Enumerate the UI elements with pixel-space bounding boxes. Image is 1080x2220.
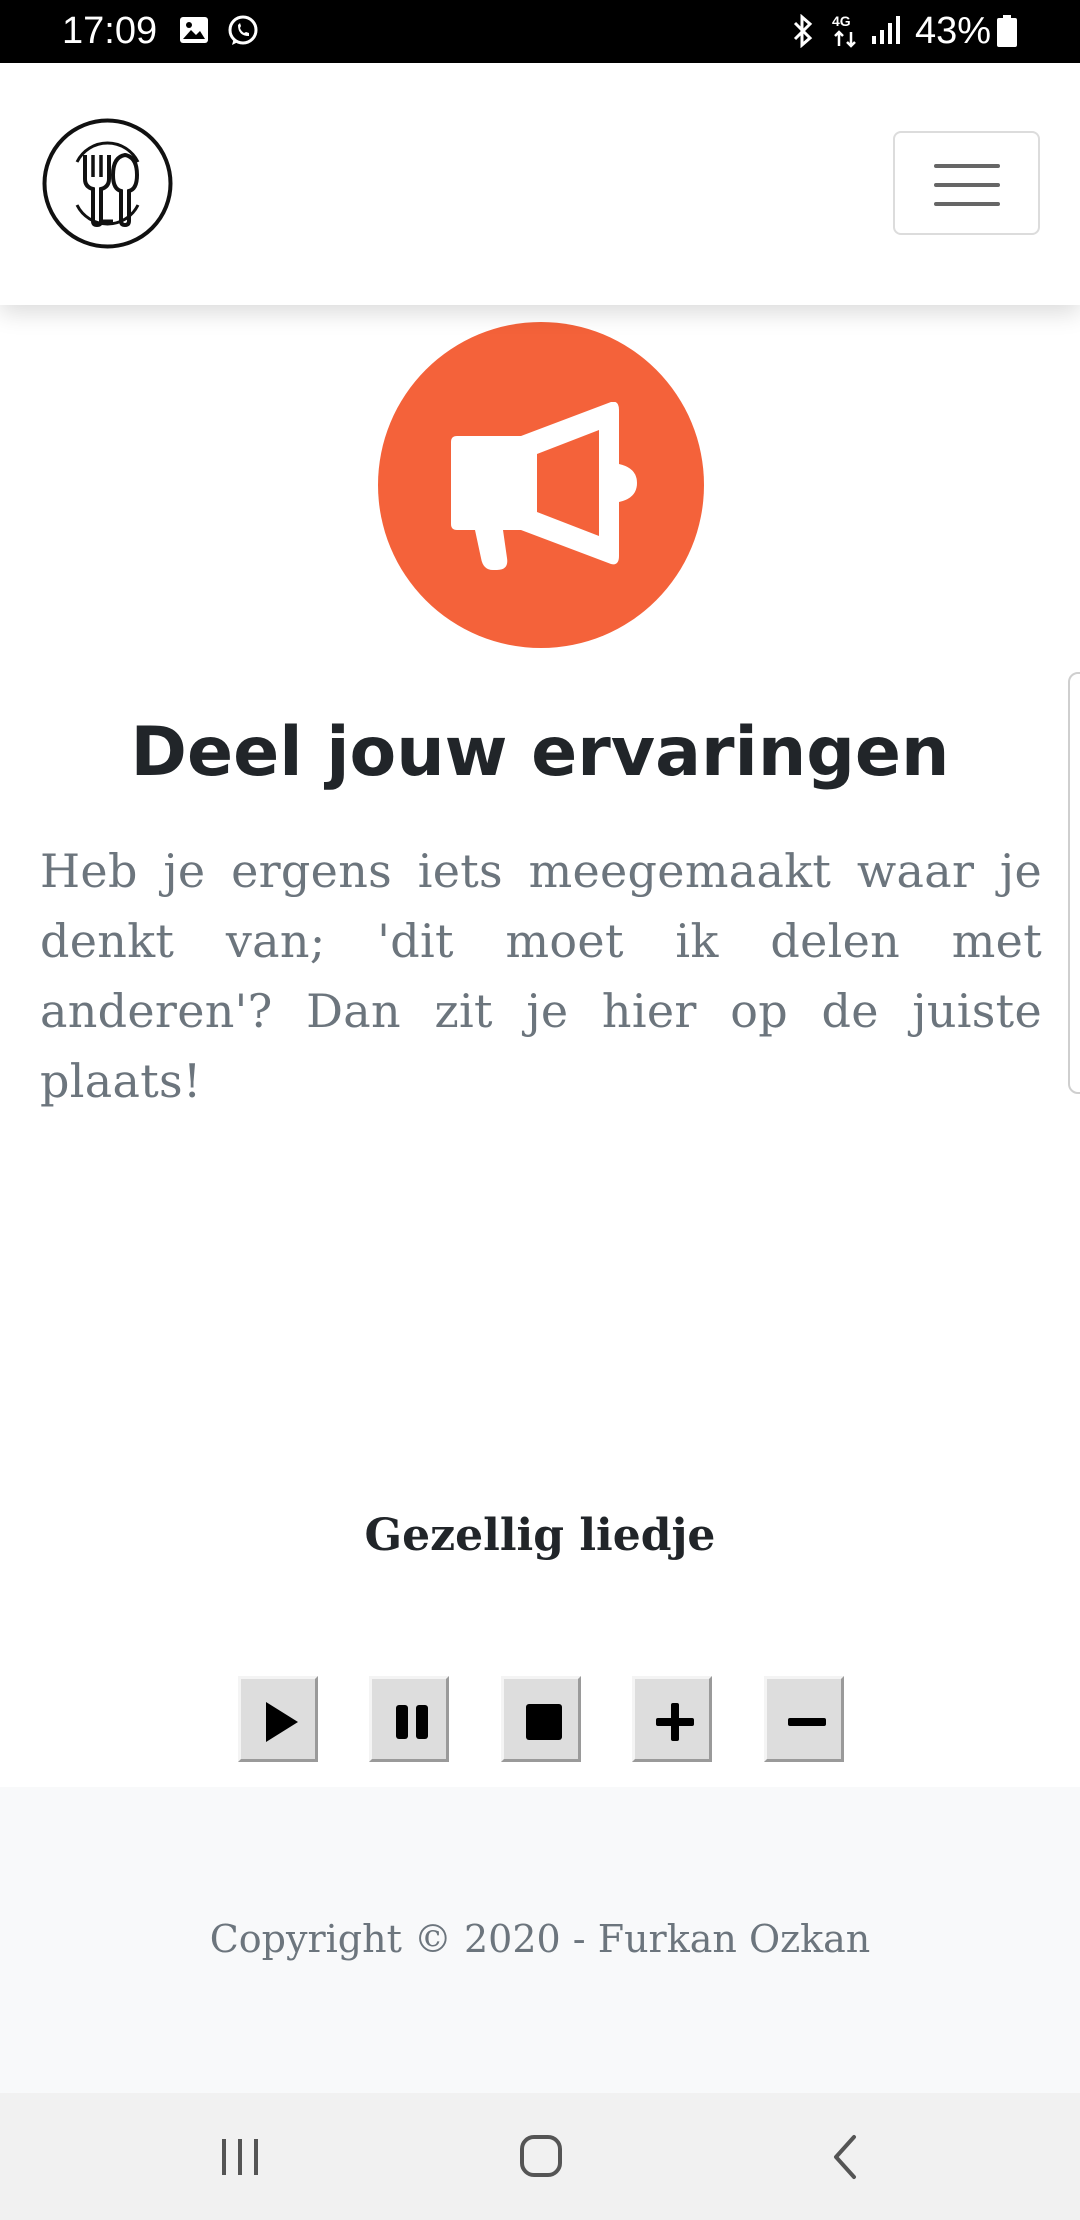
battery-icon [996, 14, 1018, 52]
status-bar: 17:09 4G 43% [0, 0, 1080, 63]
intro-text: Heb je ergens iets meegemaakt waar je de… [40, 844, 1042, 1108]
battery-percentage: 43% [915, 10, 992, 52]
page-title: Deel jouw ervaringen [130, 713, 950, 792]
copyright-text: Copyright © 2020 - Furkan Ozkan [209, 1917, 871, 1961]
footer: Copyright © 2020 - Furkan Ozkan [0, 1787, 1080, 2093]
cutlery-logo-icon[interactable] [41, 117, 174, 250]
whatsapp-icon [226, 14, 260, 52]
pause-button[interactable] [369, 1676, 449, 1762]
volume-down-button[interactable] [764, 1676, 844, 1762]
back-icon[interactable] [804, 2123, 884, 2191]
bluetooth-icon [788, 13, 818, 52]
navbar [0, 63, 1080, 305]
network-4g-icon: 4G [830, 12, 860, 52]
side-tab[interactable] [1068, 672, 1080, 1094]
gallery-icon [178, 14, 210, 50]
home-icon[interactable] [500, 2123, 580, 2191]
volume-up-button[interactable] [632, 1676, 712, 1762]
audio-controls [0, 1676, 1080, 1762]
recent-apps-icon[interactable] [200, 2123, 280, 2191]
signal-icon [870, 14, 904, 50]
stop-button[interactable] [501, 1676, 581, 1762]
system-nav-bar [0, 2093, 1080, 2220]
menu-toggle-button[interactable] [893, 131, 1040, 235]
svg-text:4G: 4G [832, 13, 851, 29]
megaphone-icon [378, 322, 704, 648]
play-button[interactable] [238, 1676, 318, 1762]
status-time: 17:09 [62, 10, 158, 52]
song-title: Gezellig liedje [364, 1510, 716, 1561]
